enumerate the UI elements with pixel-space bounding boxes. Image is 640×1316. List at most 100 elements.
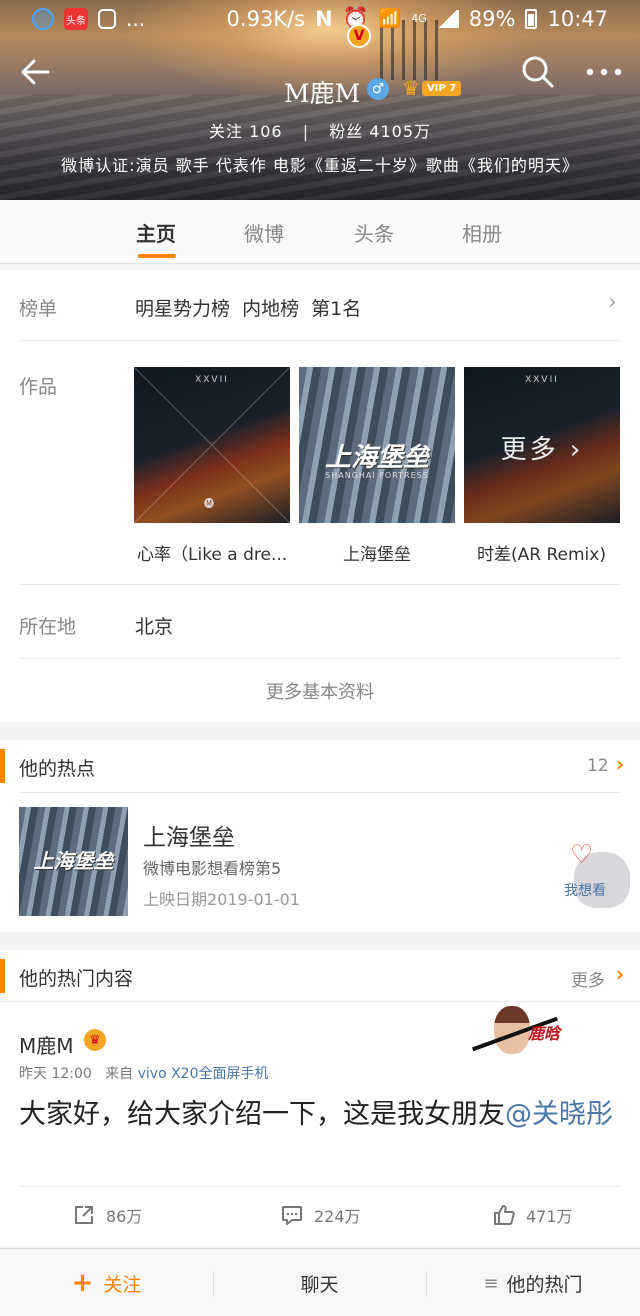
tab-album[interactable]: 相册: [462, 218, 502, 247]
divider: [19, 1186, 621, 1187]
post-body[interactable]: 大家好，给大家介绍一下，这是我女朋友@关晓彤: [19, 1093, 619, 1137]
section-accent-bar: [0, 749, 5, 783]
cover-logo: 上海堡垒: [324, 443, 429, 473]
chevron-right-icon[interactable]: ›: [616, 962, 624, 986]
mention-link[interactable]: @关晓彤: [505, 1099, 613, 1130]
info-card: 榜单 明星势力榜 内地榜 第1名 › 作品 XXVII 🅜 上海堡垒 SHANG…: [0, 270, 640, 722]
section-accent-bar: [0, 959, 5, 993]
crown-icon: ♛: [84, 1029, 106, 1051]
comment-icon: [282, 1206, 302, 1225]
signal-icon: [436, 9, 459, 28]
vip-level: VIP 7: [421, 80, 462, 96]
location-value: 北京: [135, 616, 174, 638]
search-icon[interactable]: [518, 52, 558, 92]
bottom-action-bar: + 关注 聊天 ≡ 他的热门: [0, 1248, 640, 1316]
divider: [19, 340, 621, 341]
network-type: 4G: [411, 12, 427, 25]
follow-stats: 关注 106 | 粉丝 4105万: [0, 118, 640, 142]
want-to-watch-label: 我想看: [564, 883, 606, 899]
avatar-verified-badge[interactable]: V: [347, 24, 371, 48]
hot-menu-label: 他的热门: [506, 1273, 583, 1296]
divider: [19, 584, 621, 585]
hot-content-section: 他的热门内容 更多 › M鹿M ♛ 昨天 12:00 来自 vivo X20全面…: [0, 950, 640, 1246]
hot-point-count[interactable]: 12: [587, 756, 609, 776]
tab-headlines[interactable]: 头条: [354, 218, 394, 247]
post-decoration-image: 鹿晗: [466, 1002, 562, 1060]
work-cover-1[interactable]: XXVII 🅜: [134, 367, 290, 523]
chat-button[interactable]: 聊天: [213, 1249, 426, 1316]
verification-text: 微博认证:演员 歌手 代表作 电影《重返二十岁》歌曲《我们的明天》: [61, 156, 579, 175]
shopping-bag-icon: [98, 9, 116, 29]
ranking-value[interactable]: 明星势力榜 内地榜 第1名: [135, 294, 361, 321]
vip-badge[interactable]: ♛ VIP 7: [402, 76, 462, 100]
post-from-label: 来自: [105, 1066, 134, 1082]
cover-tag: XXVII: [525, 375, 559, 385]
divider: [19, 658, 621, 659]
work-cover-2[interactable]: 上海堡垒 SHANGHAI FORTRESS: [299, 367, 455, 523]
work-title-1[interactable]: 心率（Like a dre...: [137, 540, 293, 565]
thumb-logo: 上海堡垒: [33, 849, 114, 873]
movie-release-date: 上映日期2019-01-01: [143, 890, 300, 909]
net-speed: 0.93K/s: [226, 6, 306, 31]
post-source[interactable]: vivo X20全面屏手机: [138, 1066, 269, 1082]
chevron-right-icon[interactable]: ›: [616, 752, 624, 776]
profile-name: M鹿M: [284, 79, 361, 108]
chat-label: 聊天: [300, 1273, 339, 1296]
comment-button[interactable]: 224万: [280, 1200, 361, 1230]
work-cover-more[interactable]: XXVII 更多 ›: [464, 367, 620, 523]
follow-button[interactable]: + 关注: [0, 1249, 213, 1316]
following-count[interactable]: 106: [249, 122, 283, 141]
repost-count: 86万: [106, 1207, 143, 1226]
hot-content-title: 他的热门内容: [19, 968, 134, 990]
hot-point-section: 他的热点 12 › 上海堡垒 上海堡垒 微博电影想看榜第5 上映日期2019-0…: [0, 740, 640, 932]
more-info-link[interactable]: 更多基本资料: [0, 678, 640, 704]
hot-menu-button[interactable]: ≡ 他的热门: [426, 1249, 640, 1316]
comment-count: 224万: [314, 1207, 361, 1226]
cover-subtitle: SHANGHAI FORTRESS: [325, 471, 429, 480]
crown-icon: ♛: [402, 76, 420, 100]
tab-weibo[interactable]: 微博: [244, 218, 284, 247]
more-notifications: ...: [126, 7, 146, 31]
divider: [19, 792, 621, 793]
tab-home[interactable]: 主页: [136, 218, 176, 247]
poster-name[interactable]: M鹿M: [19, 1030, 74, 1059]
movie-thumbnail[interactable]: 上海堡垒: [19, 807, 128, 916]
movie-rank: 微博电影想看榜第5: [143, 859, 282, 878]
hot-content-more[interactable]: 更多: [571, 966, 605, 991]
post-meta: 昨天 12:00 来自 vivo X20全面屏手机: [19, 1063, 269, 1083]
ranking-label: 榜单: [19, 298, 58, 320]
like-button[interactable]: 471万: [492, 1200, 573, 1230]
sea-background: [0, 95, 640, 200]
movie-title[interactable]: 上海堡垒: [143, 818, 235, 852]
want-to-watch-button[interactable]: ♡ 我想看: [560, 840, 638, 914]
stats-separator: |: [302, 122, 310, 141]
wifi-icon: 📶: [378, 8, 402, 29]
hot-point-title: 他的热点: [19, 758, 96, 780]
notification-app-icon: [32, 8, 54, 30]
chevron-right-icon[interactable]: ›: [608, 290, 617, 315]
fans-count[interactable]: 4105万: [369, 122, 431, 141]
more-options-icon[interactable]: [582, 52, 626, 92]
fans-label[interactable]: 粉丝: [329, 122, 363, 141]
more-works-overlay[interactable]: 更多 ›: [464, 429, 620, 466]
profile-tabs: 主页 微博 头条 相册: [0, 200, 640, 264]
status-bar: 头条 ... 0.93K/s N ⏰ 📶 4G 89% 10:47: [0, 0, 640, 40]
like-count: 471万: [526, 1207, 573, 1226]
thumbs-up-icon: [494, 1205, 515, 1225]
following-label[interactable]: 关注: [209, 122, 243, 141]
cover-mark: 🅜: [204, 499, 214, 510]
repost-icon: [75, 1206, 93, 1224]
works-label: 作品: [19, 376, 58, 398]
post-text: 大家好，给大家介绍一下，这是我女朋友: [19, 1099, 505, 1130]
back-arrow-icon[interactable]: [18, 52, 58, 92]
post-time: 昨天 12:00: [19, 1066, 92, 1082]
repost-button[interactable]: 86万: [72, 1200, 142, 1230]
work-title-2[interactable]: 上海堡垒: [343, 540, 499, 565]
menu-icon: ≡: [483, 1272, 499, 1294]
male-gender-icon: ♂: [367, 78, 389, 100]
work-title-3[interactable]: 时差(AR Remix): [477, 540, 633, 565]
headline-app-icon: 头条: [64, 8, 88, 30]
clock: 10:47: [547, 6, 608, 31]
location-label: 所在地: [19, 616, 77, 638]
battery-percent: 89%: [468, 6, 516, 31]
